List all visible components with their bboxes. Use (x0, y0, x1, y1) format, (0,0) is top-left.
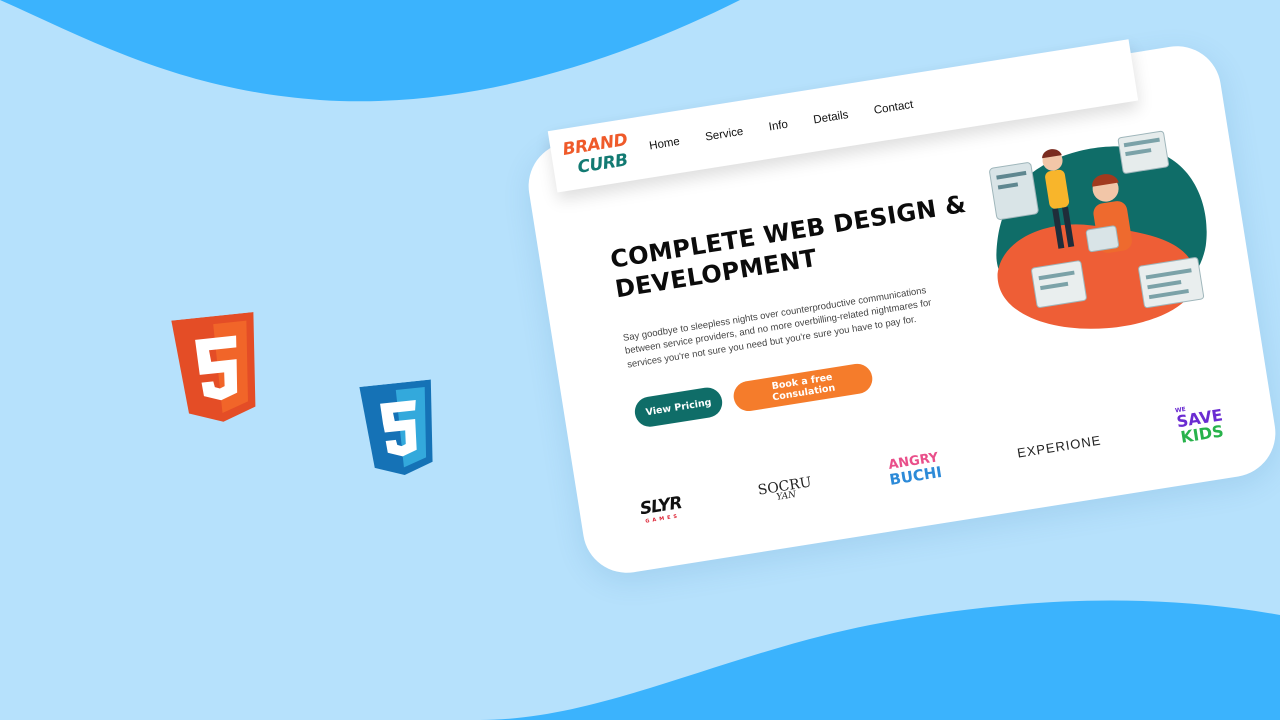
brand-save-the-kids-logo: WE SAVE KIDS (1175, 400, 1227, 447)
brandcurb-logo[interactable]: BRAND CURB (561, 129, 640, 180)
nav-service[interactable]: Service (704, 126, 744, 144)
brand-experione-name: EXPERIONE (1016, 432, 1103, 461)
html5-icon (171, 311, 256, 422)
brand-socru-logo: SOCRU YAN (757, 473, 814, 505)
developers-illustration (989, 130, 1207, 329)
nav-contact[interactable]: Contact (873, 99, 914, 117)
nav-home[interactable]: Home (648, 136, 680, 153)
nav-info[interactable]: Info (768, 119, 789, 134)
nav-details[interactable]: Details (813, 109, 850, 126)
brand-slyr-logo: SLYR GAMES (638, 493, 683, 525)
book-consultation-button[interactable]: Book a free Consulation (731, 361, 875, 414)
brand-angry-buchi-logo: ANGRY BUCHI (886, 450, 943, 489)
css3-icon (359, 379, 433, 476)
view-pricing-button[interactable]: View Pricing (632, 385, 725, 429)
brand-experione-logo: EXPERIONE (1016, 432, 1102, 461)
